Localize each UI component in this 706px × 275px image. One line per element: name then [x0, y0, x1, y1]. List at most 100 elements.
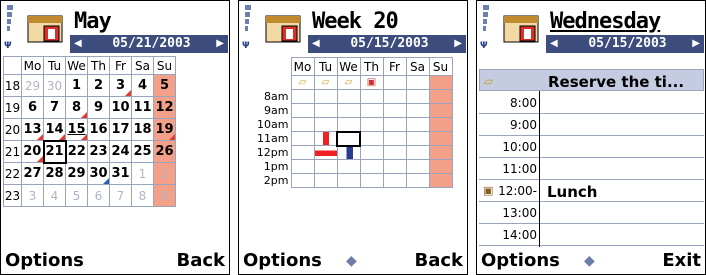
day-header: Mo [21, 56, 44, 75]
day-cell[interactable]: 13 [21, 118, 44, 141]
date-navigator[interactable]: ◀ 05/21/2003 ▶ [70, 35, 228, 53]
hour-label: 11am [241, 131, 292, 146]
next-arrow-icon[interactable]: ▶ [454, 35, 462, 53]
day-cell[interactable]: 19 [153, 118, 176, 141]
day-cell[interactable]: 27 [21, 162, 44, 185]
day-cell[interactable]: 3 [109, 74, 132, 97]
time-slot[interactable]: 9:00 [479, 114, 704, 136]
day-cell[interactable]: 20 [21, 140, 44, 163]
exit-softkey[interactable]: Exit [662, 248, 701, 274]
day-cell[interactable]: 30 [87, 162, 110, 185]
day-cell[interactable]: 29 [21, 74, 44, 97]
back-softkey[interactable]: Back [176, 248, 225, 274]
day-cell[interactable]: 6 [21, 96, 44, 119]
day-cell[interactable]: 2 [87, 74, 110, 97]
day-cell[interactable]: 18 [131, 118, 154, 141]
day-cell[interactable]: 7 [109, 184, 132, 207]
day-cell[interactable]: 9 [87, 96, 110, 119]
date-navigator[interactable]: ◀ 05/15/2003 ▶ [546, 35, 704, 53]
day-cell[interactable]: 25 [131, 140, 154, 163]
day-header: Sa [131, 56, 154, 75]
time-slot[interactable]: ▣ 12:00- Lunch [479, 180, 704, 202]
day-cell[interactable]: 23 [87, 140, 110, 163]
day-cell[interactable]: 22 [65, 140, 88, 163]
day-cell[interactable]: 11 [131, 96, 154, 119]
day-cell[interactable]: 15 [65, 118, 88, 141]
meeting-block[interactable] [313, 131, 338, 146]
week-number: 19 [3, 96, 22, 119]
current-date: 05/21/2003 [112, 36, 191, 51]
day-cell[interactable]: 3 [21, 184, 44, 207]
allday-entry[interactable]: ▱ Reserve the ti... [479, 69, 704, 91]
time-slot[interactable]: 8:00 [479, 92, 704, 114]
day-cell[interactable]: 14 [43, 118, 66, 141]
selected-slot[interactable] [336, 130, 361, 147]
calendar-app-icon [503, 15, 539, 43]
allday-entry-label: Reserve the ti... [548, 73, 685, 91]
date-navigator[interactable]: ◀ 05/15/2003 ▶ [308, 35, 466, 53]
anniversary-icon[interactable]: ▣ [359, 75, 384, 90]
hour-label: 1pm [241, 159, 292, 174]
time-slot[interactable]: 11:00 [479, 158, 704, 180]
day-cell[interactable]: 8 [65, 96, 88, 119]
day-header: Tu [43, 56, 66, 75]
memo-icon[interactable]: ▱ [313, 75, 338, 90]
title-bar: Ψ Week 20 ◀ 05/15/2003 ▶ [239, 1, 467, 53]
memo-icon[interactable]: ▱ [336, 75, 361, 90]
day-cell[interactable]: 4 [131, 74, 154, 97]
day-cell[interactable]: 4 [43, 184, 66, 207]
view-title: Wednesday [550, 9, 661, 34]
day-header: Tu [313, 57, 338, 76]
day-cell[interactable]: 31 [109, 162, 132, 185]
title-bar: Ψ May ◀ 05/21/2003 ▶ [1, 1, 229, 53]
hour-label: 12pm [241, 145, 292, 160]
day-cell[interactable]: 1 [65, 74, 88, 97]
day-cell[interactable]: 16 [87, 118, 110, 141]
day-cell[interactable]: 7 [43, 96, 66, 119]
time-slot[interactable]: 10:00 [479, 136, 704, 158]
week-number: 23 [3, 184, 22, 207]
next-arrow-icon[interactable]: ▶ [692, 35, 700, 53]
day-cell[interactable]: 28 [43, 162, 66, 185]
month-grid: Mo Tu We Th Fr Sa Su 18 29 30 1 2 3 4 5 … [3, 56, 176, 207]
week-number: 22 [3, 162, 22, 185]
day-cell[interactable]: 8 [131, 184, 154, 207]
day-cell[interactable]: 12 [153, 96, 176, 119]
day-cell[interactable]: 6 [87, 184, 110, 207]
day-cell[interactable]: 30 [43, 74, 66, 97]
prev-arrow-icon[interactable]: ◀ [550, 35, 558, 53]
back-softkey[interactable]: Back [414, 248, 463, 274]
memo-icon[interactable]: ▱ [290, 75, 315, 90]
day-cell[interactable]: 29 [65, 162, 88, 185]
day-cell[interactable]: 2 [153, 162, 176, 185]
day-cell[interactable]: 24 [109, 140, 132, 163]
meeting-block[interactable] [313, 145, 338, 160]
next-arrow-icon[interactable]: ▶ [216, 35, 224, 53]
hour-label: 10am [241, 117, 292, 132]
day-cell[interactable]: 10 [109, 96, 132, 119]
day-cell[interactable]: 1 [131, 162, 154, 185]
scroll-indicator-icon: ◆ [584, 253, 595, 269]
options-softkey[interactable]: Options [243, 248, 322, 274]
signal-strength-icon [245, 5, 251, 45]
memo-icon: ▱ [484, 74, 494, 88]
current-date: 05/15/2003 [350, 36, 429, 51]
selected-day-cell[interactable]: 21 [42, 139, 67, 164]
day-cell[interactable]: 9 [153, 184, 176, 207]
options-softkey[interactable]: Options [5, 248, 84, 274]
options-softkey[interactable]: Options [481, 248, 560, 274]
day-cell[interactable]: 5 [153, 74, 176, 97]
day-cell[interactable]: 26 [153, 140, 176, 163]
prev-arrow-icon[interactable]: ◀ [74, 35, 82, 53]
prev-arrow-icon[interactable]: ◀ [312, 35, 320, 53]
day-header: Fr [109, 56, 132, 75]
signal-strength-icon [7, 5, 13, 45]
day-cell[interactable]: 5 [65, 184, 88, 207]
signal-strength-icon [483, 5, 489, 45]
day-cell[interactable]: 17 [109, 118, 132, 141]
meeting-block[interactable] [336, 145, 361, 160]
time-slot[interactable]: 13:00 [479, 202, 704, 224]
day-header: We [336, 57, 361, 76]
time-slot[interactable]: 14:00 [479, 224, 704, 246]
day-header: We [65, 56, 88, 75]
